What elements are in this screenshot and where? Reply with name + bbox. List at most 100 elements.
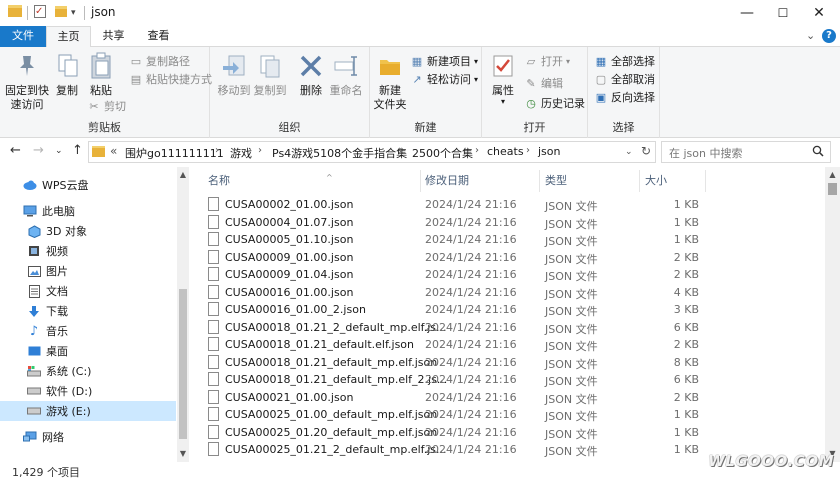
nav-item-network[interactable]: 网络 bbox=[0, 427, 176, 447]
file-date: 2024/1/24 21:16 bbox=[425, 355, 517, 369]
nav-scrollbar[interactable]: ▲ ▼ bbox=[177, 167, 189, 462]
paste-shortcut-button[interactable]: ▤ 粘贴快捷方式 bbox=[129, 71, 212, 88]
open-icon: ▱ bbox=[526, 55, 536, 68]
column-divider[interactable] bbox=[705, 170, 706, 192]
file-row[interactable]: CUSA00004_01.07.json 2024/1/24 21:16 JSON … bbox=[191, 214, 821, 232]
chevron-down-icon[interactable]: ⌄ bbox=[806, 29, 815, 42]
nav-item-documents[interactable]: 文档 bbox=[0, 281, 176, 301]
search-box[interactable]: 在 json 中搜索 bbox=[661, 141, 831, 163]
column-header-date[interactable]: 修改日期 bbox=[425, 170, 469, 192]
chevron-right-icon: › bbox=[258, 145, 262, 156]
nav-item-drive-e[interactable]: 游戏 (E:) bbox=[0, 401, 176, 421]
help-icon[interactable]: ? bbox=[822, 29, 836, 43]
edit-button[interactable]: ✎ 编辑 bbox=[524, 75, 563, 92]
file-row[interactable]: CUSA00018_01.21_default_mp.elf_2.js... 20… bbox=[191, 371, 821, 389]
nav-item-desktop[interactable]: 桌面 bbox=[0, 341, 176, 361]
nav-item-drive-d[interactable]: 软件 (D:) bbox=[0, 381, 176, 401]
properties-button[interactable]: 属性 ▾ bbox=[488, 51, 518, 106]
scroll-down-icon[interactable]: ▼ bbox=[177, 449, 189, 458]
breadcrumb-item-current[interactable]: json bbox=[538, 145, 561, 158]
tab-view[interactable]: 查看 bbox=[136, 26, 181, 47]
file-row[interactable]: CUSA00009_01.00.json 2024/1/24 21:16 JSON … bbox=[191, 249, 821, 267]
chevron-right-icon: › bbox=[475, 145, 479, 156]
file-row[interactable]: CUSA00025_01.20_default_mp.elf.json 2024/… bbox=[191, 424, 821, 442]
file-list-scrollbar-thumb[interactable] bbox=[828, 183, 837, 195]
copy-path-button[interactable]: ▭ 复制路径 bbox=[129, 53, 190, 70]
nav-item-3d-objects[interactable]: 3D 对象 bbox=[0, 221, 176, 241]
delete-button[interactable]: 删除 bbox=[296, 51, 326, 98]
tab-share[interactable]: 共享 bbox=[91, 26, 136, 47]
address-bar[interactable]: « 围炉go111111111 › 游戏 › Ps4游戏5108个金手指合集 ›… bbox=[88, 141, 656, 163]
file-row[interactable]: CUSA00018_01.21_default_mp.elf.json 2024/… bbox=[191, 354, 821, 372]
cut-button[interactable]: ✂ 剪切 bbox=[87, 98, 126, 115]
breadcrumb-item[interactable]: Ps4游戏5108个金手指合集 bbox=[272, 145, 407, 161]
file-list-scrollbar[interactable]: ▲ ▼ bbox=[825, 167, 840, 462]
file-row[interactable]: CUSA00018_01.21_2_default_mp.elf.js... 20… bbox=[191, 319, 821, 337]
column-header-type[interactable]: 类型 bbox=[545, 170, 567, 192]
back-icon[interactable]: ← bbox=[10, 143, 21, 158]
column-divider[interactable] bbox=[420, 170, 421, 192]
column-header-name[interactable]: ^ 名称 bbox=[208, 170, 333, 192]
pin-quick-access-button[interactable]: 固定到快 速访问 bbox=[4, 51, 50, 112]
file-row[interactable]: CUSA00005_01.10.json 2024/1/24 21:16 JSON … bbox=[191, 231, 821, 249]
nav-item-videos[interactable]: 视频 bbox=[0, 241, 176, 261]
copy-button[interactable]: 复制 bbox=[53, 51, 81, 98]
nav-item-this-pc[interactable]: 此电脑 bbox=[0, 201, 176, 221]
history-button[interactable]: ◷ 历史记录 bbox=[524, 95, 585, 112]
breadcrumb-item[interactable]: 游戏 bbox=[230, 145, 252, 161]
nav-item-pictures[interactable]: 图片 bbox=[0, 261, 176, 281]
file-row[interactable]: CUSA00025_01.00_default_mp.elf.json 2024/… bbox=[191, 406, 821, 424]
open-button[interactable]: ▱ 打开 ▾ bbox=[524, 53, 570, 70]
copy-to-button[interactable]: 复制到 bbox=[252, 51, 288, 98]
nav-item-music[interactable]: ♪ 音乐 bbox=[0, 321, 176, 341]
refresh-icon[interactable]: ↻ bbox=[641, 144, 651, 158]
invert-selection-button[interactable]: ▣ 反向选择 bbox=[594, 89, 655, 106]
file-row[interactable]: CUSA00018_01.21_default.elf.json 2024/1/2… bbox=[191, 336, 821, 354]
forward-icon[interactable]: → bbox=[33, 143, 44, 158]
nav-item-downloads[interactable]: 下载 bbox=[0, 301, 176, 321]
file-date: 2024/1/24 21:16 bbox=[425, 425, 517, 439]
select-none-button[interactable]: ▢ 全部取消 bbox=[594, 71, 655, 88]
scroll-up-icon[interactable]: ▲ bbox=[177, 170, 189, 179]
tab-file[interactable]: 文件 bbox=[0, 26, 46, 47]
breadcrumb-item[interactable]: 围炉go111111111 bbox=[125, 145, 224, 161]
nav-item-label: 系统 (C:) bbox=[46, 365, 92, 378]
scroll-up-icon[interactable]: ▲ bbox=[825, 170, 840, 179]
file-name: CUSA00009_01.00.json bbox=[225, 250, 354, 264]
customize-quick-access-icon[interactable]: ▾ bbox=[71, 5, 76, 21]
rename-label: 重命名 bbox=[329, 84, 363, 97]
tab-home[interactable]: 主页 bbox=[46, 26, 91, 48]
up-icon[interactable]: ↑ bbox=[72, 143, 83, 158]
rename-button[interactable]: 重命名 bbox=[328, 51, 364, 98]
new-folder-button[interactable]: 新建 文件夹 bbox=[372, 51, 408, 112]
file-row[interactable]: CUSA00021_01.00.json 2024/1/24 21:16 JSON … bbox=[191, 389, 821, 407]
paste-button[interactable]: 粘贴 bbox=[86, 51, 116, 98]
breadcrumb-item[interactable]: 2500个合集 bbox=[412, 145, 473, 161]
nav-scrollbar-thumb[interactable] bbox=[179, 289, 187, 439]
chevron-down-icon[interactable]: ⌄ bbox=[625, 147, 633, 157]
new-folder-quick-access-icon[interactable] bbox=[55, 6, 67, 17]
properties-quick-access-icon[interactable]: ✓ bbox=[34, 5, 46, 18]
column-divider[interactable] bbox=[639, 170, 640, 192]
breadcrumb-item[interactable]: cheats bbox=[487, 145, 524, 158]
address-row: ← → ⌄ ↑ « 围炉go111111111 › 游戏 › Ps4游戏5108… bbox=[0, 139, 840, 166]
move-to-button[interactable]: 移动到 bbox=[216, 51, 252, 98]
search-input[interactable]: 在 json 中搜索 bbox=[669, 145, 742, 161]
column-header-size[interactable]: 大小 bbox=[645, 170, 667, 192]
new-item-button[interactable]: ▦ 新建项目 ▾ bbox=[410, 53, 478, 70]
rename-icon bbox=[331, 51, 361, 81]
nav-item-label: 音乐 bbox=[46, 325, 68, 338]
select-all-button[interactable]: ▦ 全部选择 bbox=[594, 53, 655, 70]
file-row[interactable]: CUSA00016_01.00.json 2024/1/24 21:16 JSON … bbox=[191, 284, 821, 302]
file-row[interactable]: CUSA00002_01.00.json 2024/1/24 21:16 JSON … bbox=[191, 196, 821, 214]
file-row[interactable]: CUSA00009_01.04.json 2024/1/24 21:16 JSON … bbox=[191, 266, 821, 284]
column-divider[interactable] bbox=[539, 170, 540, 192]
nav-item-drive-c[interactable]: 系统 (C:) bbox=[0, 361, 176, 381]
close-button[interactable]: ✕ bbox=[796, 0, 840, 26]
recent-locations-icon[interactable]: ⌄ bbox=[55, 146, 63, 156]
open-group: 属性 ▾ ▱ 打开 ▾ ✎ 编辑 ◷ 历史记录 打开 bbox=[482, 47, 588, 138]
easy-access-button[interactable]: ↗ 轻松访问 ▾ bbox=[410, 71, 478, 88]
overflow-icon[interactable]: « bbox=[110, 144, 117, 158]
nav-item-wps-cloud[interactable]: WPS云盘 bbox=[0, 175, 176, 195]
file-row[interactable]: CUSA00016_01.00_2.json 2024/1/24 21:16 JSO… bbox=[191, 301, 821, 319]
